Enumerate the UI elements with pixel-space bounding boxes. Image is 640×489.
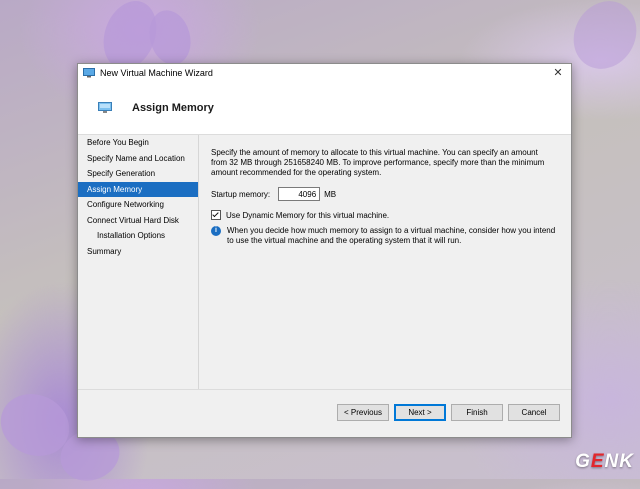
background-petal: [561, 0, 640, 81]
memory-description: Specify the amount of memory to allocate…: [211, 148, 545, 177]
info-text: When you decide how much memory to assig…: [227, 226, 556, 245]
page-header: Assign Memory: [78, 82, 571, 135]
nav-item-specify-name-location[interactable]: Specify Name and Location: [78, 151, 198, 167]
nav-item-connect-virtual-hard-disk[interactable]: Connect Virtual Hard Disk: [78, 213, 198, 229]
next-button[interactable]: Next >: [394, 404, 446, 421]
cancel-button[interactable]: Cancel: [508, 404, 560, 421]
genk-watermark-logo: GENK: [575, 451, 634, 473]
startup-memory-label: Startup memory:: [211, 189, 271, 199]
memory-chip-icon: [98, 102, 112, 113]
memory-settings-panel: Specify the amount of memory to allocate…: [211, 148, 556, 246]
startup-memory-input[interactable]: [278, 187, 321, 201]
nav-item-configure-networking[interactable]: Configure Networking: [78, 197, 198, 213]
logo-e: E: [590, 451, 605, 472]
hyper-v-icon: [83, 68, 95, 78]
wizard-footer: < Previous Next > Finish Cancel: [78, 389, 571, 437]
info-icon: i: [211, 226, 221, 236]
dynamic-memory-label[interactable]: Use Dynamic Memory for this virtual mach…: [226, 211, 389, 220]
page-title: Assign Memory: [132, 102, 214, 114]
startup-memory-row: Startup memory: MB: [211, 187, 556, 201]
window-title: New Virtual Machine Wizard: [100, 68, 213, 78]
title-bar: New Virtual Machine Wizard ✕: [78, 64, 571, 82]
nav-item-installation-options[interactable]: Installation Options: [78, 228, 198, 244]
previous-button[interactable]: < Previous: [337, 404, 389, 421]
startup-memory-unit: MB: [324, 189, 337, 199]
nav-item-summary[interactable]: Summary: [78, 244, 198, 260]
nav-item-before-you-begin[interactable]: Before You Begin: [78, 135, 198, 151]
logo-nk: NK: [604, 451, 634, 472]
close-icon[interactable]: ✕: [551, 66, 565, 79]
wizard-steps-nav: Before You Begin Specify Name and Locati…: [78, 135, 199, 390]
nav-item-assign-memory[interactable]: Assign Memory: [78, 181, 198, 197]
nav-item-specify-generation[interactable]: Specify Generation: [78, 166, 198, 182]
finish-button[interactable]: Finish: [451, 404, 503, 421]
logo-g: G: [575, 451, 591, 472]
dynamic-memory-checkbox[interactable]: [211, 210, 221, 220]
dynamic-memory-row[interactable]: Use Dynamic Memory for this virtual mach…: [211, 210, 556, 220]
wizard-window: New Virtual Machine Wizard ✕ Assign Memo…: [77, 63, 572, 438]
info-note: i When you decide how much memory to ass…: [211, 226, 556, 246]
